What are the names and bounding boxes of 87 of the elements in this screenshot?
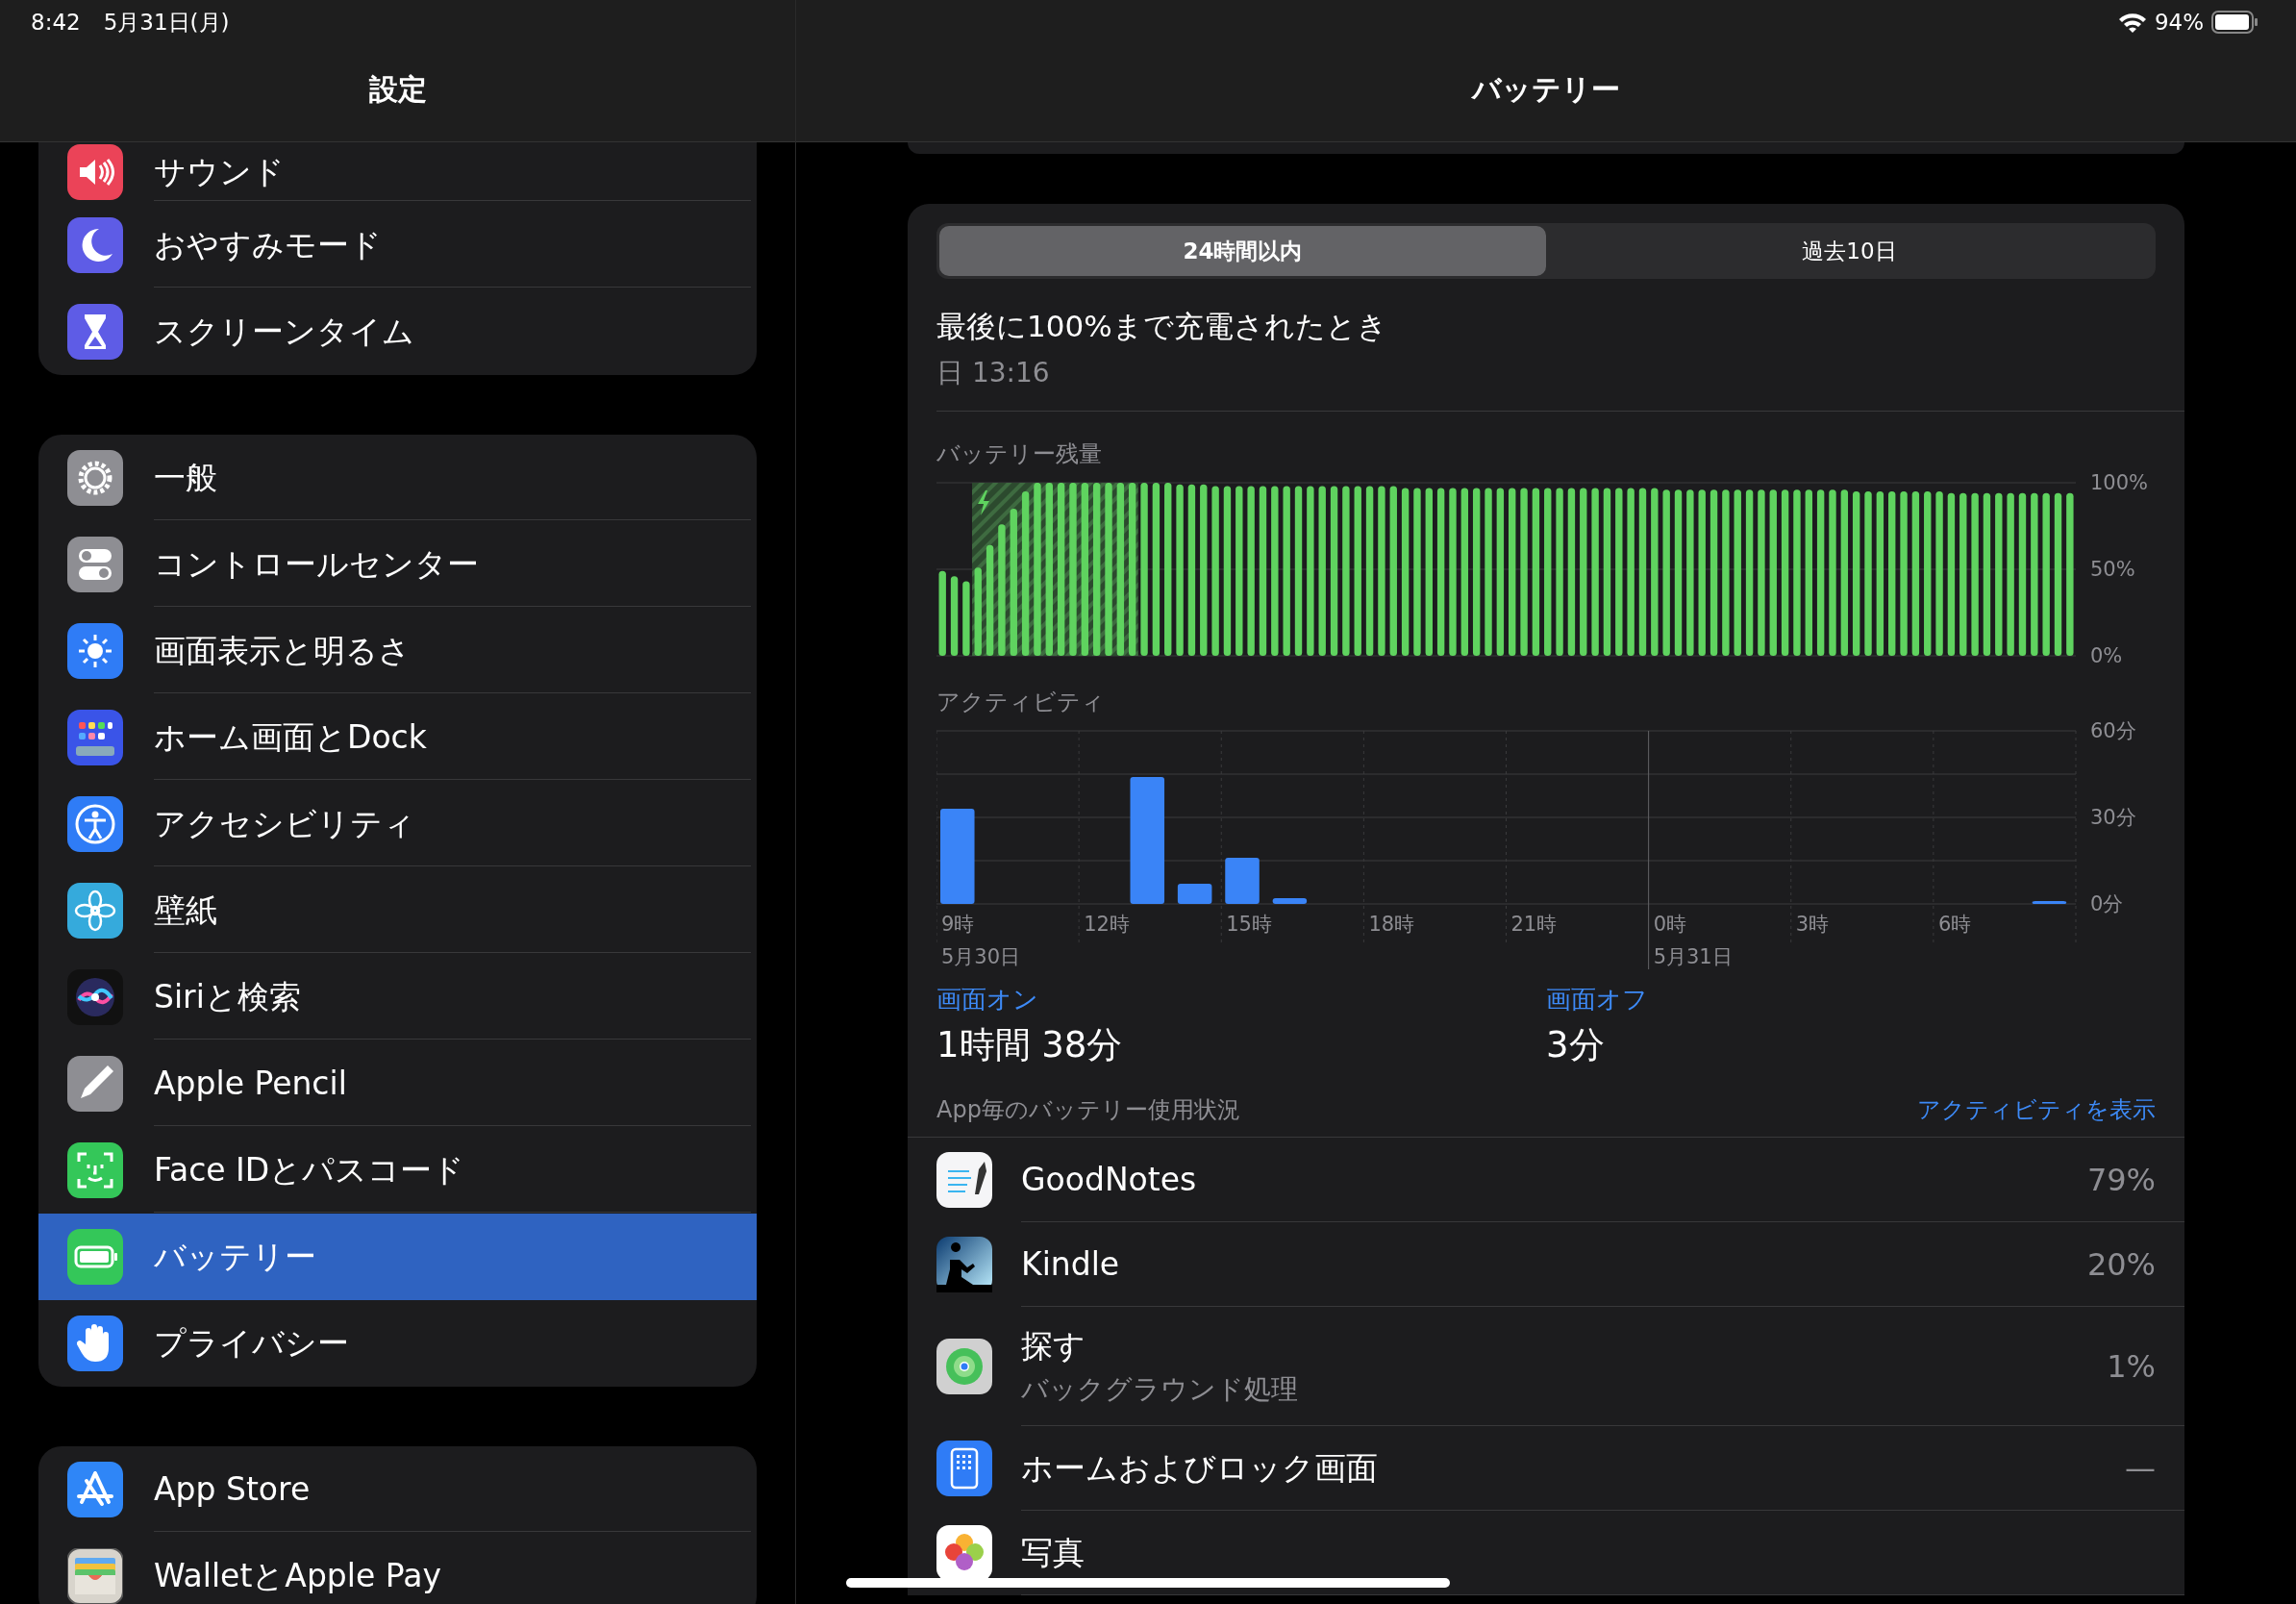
section-header: App毎のバッテリー使用状況: [936, 1095, 1240, 1125]
activity-bar: [1225, 857, 1260, 904]
last-charge-time: 日 13:16: [936, 355, 1051, 390]
axis-label: 18時: [1368, 912, 1415, 936]
moon-icon: [67, 217, 123, 273]
chart-title: バッテリー残量: [936, 439, 1103, 469]
axis-label: 50%: [2090, 557, 2135, 581]
axis-label: 0%: [2090, 643, 2123, 664]
sidebar-item[interactable]: アクセシビリティ: [38, 781, 757, 867]
sidebar-item[interactable]: サウンド: [38, 142, 757, 202]
stat-label: 画面オフ: [1546, 983, 1649, 1015]
axis-label: 12時: [1084, 912, 1130, 936]
status-date: 5月31日(月): [103, 9, 230, 37]
triangle-lines-icon: [67, 1462, 123, 1517]
sidebar-item[interactable]: バッテリー: [38, 1214, 757, 1300]
bolt-icon: [978, 489, 990, 515]
status-time: 8:42: [31, 9, 81, 37]
wallet-icon: [67, 1548, 123, 1604]
usage-percent: 79%: [2086, 1160, 2156, 1200]
speaker-icon: [67, 144, 123, 200]
sidebar-item[interactable]: スクリーンタイム: [38, 288, 757, 375]
activity-bar: [1177, 883, 1212, 904]
brightness-icon: [67, 623, 123, 679]
sidebar-item[interactable]: プライバシー: [38, 1300, 757, 1387]
sidebar-item[interactable]: 画面表示と明るさ: [38, 608, 757, 694]
stat-value: 3分: [1546, 1022, 1606, 1067]
wifi-icon: [2117, 12, 2147, 34]
battery-icon: [67, 1229, 123, 1285]
sidebar-item[interactable]: App Store: [38, 1446, 757, 1533]
gear-icon: [67, 450, 123, 506]
app-name: 写真: [1021, 1532, 1085, 1573]
sidebar-item[interactable]: Face IDとパスコード: [38, 1127, 757, 1214]
axis-label: 30分: [2090, 805, 2136, 829]
axis-label: 21時: [1510, 912, 1558, 936]
flower-icon: [936, 1525, 992, 1581]
phone-grid-icon: [936, 1441, 992, 1496]
axis-label: 9時: [941, 912, 975, 936]
sidebar-item[interactable]: ホーム画面とDock: [38, 694, 757, 781]
app-grid-icon: [67, 710, 123, 765]
usage-percent: —: [2125, 1448, 2156, 1489]
sidebar-item[interactable]: Siriと検索: [38, 954, 757, 1040]
segment-tab[interactable]: 過去10日: [1546, 226, 2153, 276]
activity-bar: [1272, 897, 1308, 904]
radar-icon: [936, 1339, 992, 1394]
notepad-icon: [936, 1152, 992, 1208]
date-label: 5月31日: [1653, 944, 1733, 968]
axis-label: 15時: [1226, 912, 1272, 936]
axis-label: 6時: [1937, 912, 1972, 936]
axis-label: 0分: [2090, 891, 2124, 915]
flower-icon: [67, 883, 123, 939]
sidebar-item[interactable]: 一般: [38, 435, 757, 521]
pencil-icon: [67, 1056, 123, 1112]
accessibility-icon: [67, 796, 123, 852]
axis-label: 3時: [1795, 912, 1830, 936]
segment-tab[interactable]: 24時間以内: [939, 226, 1546, 276]
sidebar-item[interactable]: コントロールセンター: [38, 521, 757, 608]
face-scan-icon: [67, 1142, 123, 1198]
app-subtitle: バックグラウンド処理: [1021, 1372, 1298, 1408]
siri-orb-icon: [67, 969, 123, 1025]
axis-label: 0時: [1653, 912, 1686, 936]
show-activity-link[interactable]: アクティビティを表示: [1917, 1092, 2156, 1127]
app-name: 探す: [1021, 1325, 1086, 1366]
app-name: GoodNotes: [1021, 1159, 1197, 1200]
hourglass-icon: [67, 304, 123, 360]
app-name: Kindle: [1021, 1243, 1120, 1285]
usage-percent: 1%: [2107, 1346, 2156, 1387]
hand-icon: [67, 1316, 123, 1371]
toggle-icon: [67, 537, 123, 592]
last-charge-label: 最後に100%まで充電されたとき: [936, 308, 1388, 345]
stat-label: 画面オン: [936, 983, 1039, 1015]
app-name: ホームおよびロック画面: [1021, 1447, 1378, 1489]
stat-value: 1時間 38分: [936, 1022, 1124, 1067]
sidebar-item[interactable]: 壁紙: [38, 867, 757, 954]
date-label: 5月30日: [941, 944, 1021, 968]
axis-label: 60分: [2090, 718, 2136, 742]
nav-title: バッテリー: [1472, 71, 1620, 108]
nav-title: 設定: [368, 71, 427, 108]
reading-figure-icon: [936, 1237, 992, 1292]
sidebar-item[interactable]: WalletとApple Pay: [38, 1533, 757, 1604]
chart-title: アクティビティ: [936, 687, 1106, 717]
battery-percent: 94%: [2154, 9, 2204, 37]
sidebar-item[interactable]: おやすみモード: [38, 202, 757, 288]
sidebar-item[interactable]: Apple Pencil: [38, 1040, 757, 1127]
axis-label: 100%: [2090, 470, 2149, 494]
usage-percent: 20%: [2086, 1244, 2156, 1285]
battery-icon: [2211, 11, 2258, 35]
activity-bar: [2032, 900, 2067, 904]
